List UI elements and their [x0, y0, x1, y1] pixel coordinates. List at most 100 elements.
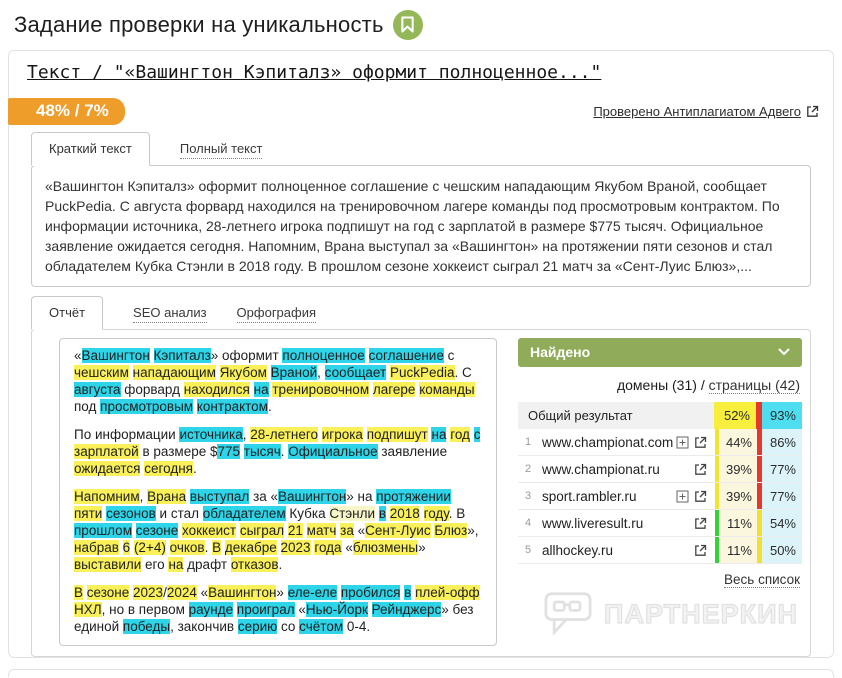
highlight-yellow: сезоне [86, 585, 130, 600]
table-row: 4 www.liveresult.ru 11% 54% [518, 510, 802, 537]
tab-report[interactable]: Отчёт [31, 296, 104, 330]
badge-row: 48% / 7% Проверено Антиплагиатом Адвего [8, 98, 833, 125]
highlight-yellow: лагере [372, 382, 416, 397]
highlight-pale: Стэнли [329, 506, 376, 521]
report-paragraph: «Вашингтон Кэпиталз» оформит полноценное… [74, 348, 475, 414]
external-link-icon[interactable] [694, 463, 707, 476]
expand-icon[interactable] [676, 436, 689, 449]
highlight-cyan: 775 [217, 444, 241, 459]
highlight-yellow: декабре [224, 540, 277, 555]
highlight-cyan: на [253, 382, 269, 397]
external-link-icon[interactable] [694, 436, 707, 449]
highlight-yellow: матч [306, 523, 337, 538]
highlight-yellow: блюзмены [352, 540, 419, 555]
highlight-yellow: подпишут [366, 427, 428, 442]
highlight-yellow: команды [419, 382, 475, 397]
pages-link[interactable]: страницы (42) [708, 377, 800, 394]
domain-link[interactable]: www.championat.ru [538, 456, 694, 482]
watermark-text: ПАРТНЕРКИН [603, 598, 798, 629]
exact-percent: 77% [762, 483, 802, 509]
highlight-cyan: в [404, 585, 412, 600]
report-paragraph: Напомним, Врана выступал за «Вашингтон» … [74, 489, 479, 572]
domain-link[interactable]: www.championat.com [538, 429, 676, 455]
tab-short-text[interactable]: Краткий текст [31, 132, 150, 166]
all-list-row: Весь список [520, 572, 800, 588]
highlight-cyan: соглашение [368, 348, 444, 363]
highlight-yellow: году [423, 506, 449, 521]
report-panel: «Вашингтон Кэпиталз» оформит полноценное… [31, 329, 811, 657]
highlight-yellow: очков [169, 540, 205, 555]
highlight-cyan: в [378, 506, 386, 521]
exact-percent: 50% [762, 537, 802, 563]
external-link-icon[interactable] [694, 544, 707, 557]
domains-link[interactable]: домены (31) [617, 377, 697, 393]
page-header: Задание проверки на уникальность [0, 0, 842, 42]
total-result-label: Общий результат [518, 402, 714, 429]
highlight-cyan: августа [74, 382, 121, 397]
highlight-cyan: Враной [270, 365, 318, 380]
highlight-yellow: отказов [230, 557, 279, 572]
highlight-cyan: с [473, 427, 481, 442]
highlight-yellow: PuckPedia [389, 365, 455, 380]
highlight-yellow: Врана [147, 489, 187, 504]
domain-link[interactable]: sport.rambler.ru [538, 483, 676, 509]
highlight-cyan: сообщает [324, 365, 387, 380]
report-paragraph: В сезоне 2023/2024 «Вашингтон» еле-еле п… [74, 585, 480, 634]
total-exact-percent: 93% [762, 402, 802, 429]
tab-full-text[interactable]: Полный текст [179, 133, 263, 165]
watermark: ПАРТНЕРКИН [522, 591, 798, 637]
verified-by: Проверено Антиплагиатом Адвего [593, 104, 819, 119]
report-paragraph: По информации источника, 28-летнего игро… [74, 427, 481, 476]
highlighted-text-box: «Вашингтон Кэпиталз» оформит полноценное… [59, 338, 497, 646]
highlight-yellow: год [450, 427, 470, 442]
external-link-icon[interactable] [806, 105, 819, 118]
external-link-icon[interactable] [694, 490, 707, 503]
tab-seo-analysis[interactable]: SEO анализ [133, 297, 207, 329]
highlight-yellow: находился [183, 382, 250, 397]
verified-link[interactable]: Проверено Антиплагиатом Адвего [593, 104, 801, 119]
highlight-yellow: игрока [321, 427, 363, 442]
expand-icon[interactable] [676, 490, 689, 503]
highlight-yellow: НХЛ [74, 602, 102, 617]
highlight-cyan: еле-еле [287, 585, 338, 600]
task-subtitle: Текст / "«Вашингтон Кэпиталз» оформит по… [27, 62, 815, 83]
results-table-body: 1 www.championat.com 44% 86% 2 www.championat… [518, 429, 802, 564]
tab-spelling[interactable]: Орфография [236, 297, 317, 329]
highlight-cyan: сезоне [135, 523, 179, 538]
domain-link[interactable]: allhockey.ru [538, 537, 694, 563]
highlight-cyan: Рейнджерс [371, 602, 442, 617]
highlight-cyan: протяжении [376, 489, 451, 504]
rewrite-percent: 39% [719, 456, 757, 482]
highlight-yellow: 28-летнего [250, 427, 318, 442]
row-number: 2 [524, 463, 532, 475]
external-link-icon[interactable] [694, 517, 707, 530]
row-number: 1 [524, 436, 532, 448]
highlight-yellow: 2018 [389, 506, 420, 521]
task-panel: Текст / "«Вашингтон Кэпиталз» оформит по… [8, 50, 834, 658]
highlight-yellow: Напомним [74, 489, 140, 504]
highlight-yellow: выставили [74, 557, 142, 572]
links-separator: / [700, 377, 705, 393]
text-title-link[interactable]: Текст / "«Вашингтон Кэпиталз» оформит по… [27, 62, 601, 83]
highlight-yellow: нападающим [132, 365, 216, 380]
highlight-yellow: на [168, 557, 184, 572]
report-tabs: Отчёт SEO анализ Орфография [31, 296, 811, 330]
bookmark-icon [392, 9, 423, 40]
highlight-yellow: (2+4) [133, 540, 166, 555]
found-header[interactable]: Найдено [518, 338, 802, 367]
highlight-cyan: контрактом [196, 399, 268, 414]
highlight-yellow: года [314, 540, 342, 555]
tab-full-text-label: Полный текст [179, 141, 263, 159]
highlight-yellow: 2023 [280, 540, 311, 555]
highlight-cyan: тысяч [243, 444, 281, 459]
all-list-link[interactable]: Весь список [724, 572, 800, 588]
exact-percent: 54% [762, 510, 802, 536]
highlight-yellow: Якубом [219, 365, 267, 380]
domain-link[interactable]: www.liveresult.ru [538, 510, 694, 536]
scope-links: домены (31) / страницы (42) [520, 377, 800, 394]
highlight-yellow: ожидается [74, 461, 141, 476]
highlight-cyan: выступал [189, 489, 250, 504]
rewrite-percent: 11% [719, 537, 757, 563]
highlight-yellow: 6 [122, 540, 131, 555]
highlight-yellow: хоккеист [182, 523, 237, 538]
